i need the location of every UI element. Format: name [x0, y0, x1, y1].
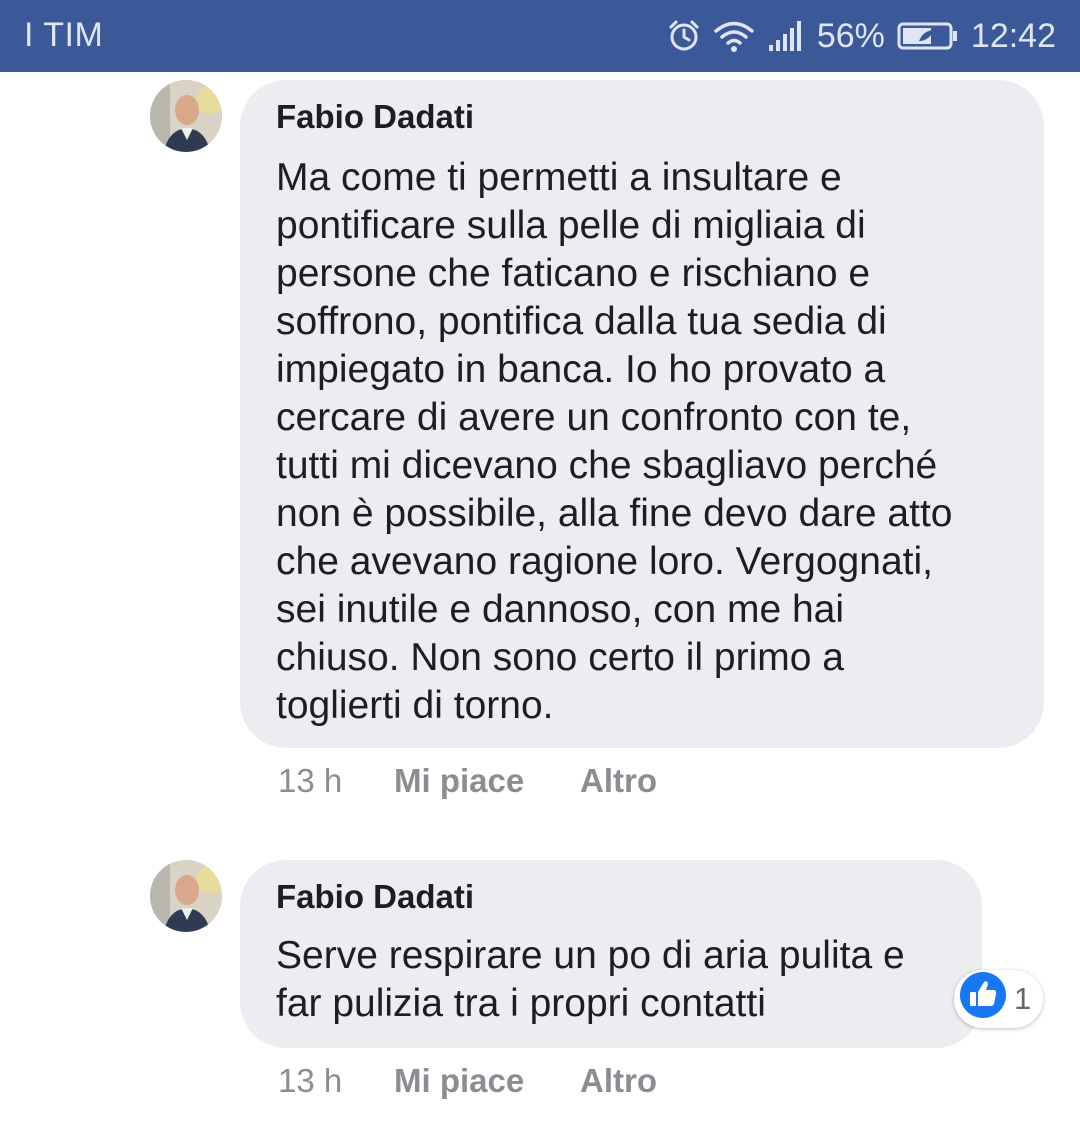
- wifi-icon: [713, 19, 755, 53]
- comment-text: Serve respirare un po di aria pulita e f…: [276, 934, 905, 1025]
- status-bar: I TIM 56% 12:42: [0, 0, 1080, 72]
- status-icons: 56% 12:42: [667, 12, 1056, 60]
- comment-author[interactable]: Fabio Dadati: [276, 878, 474, 916]
- like-button[interactable]: Mi piace: [394, 1062, 524, 1100]
- comment-author[interactable]: Fabio Dadati: [276, 98, 474, 136]
- clock-time: 12:42: [970, 16, 1056, 55]
- comment-text: Ma come ti permetti a insultare e pontif…: [276, 156, 953, 727]
- comment-timestamp[interactable]: 13 h: [278, 1062, 342, 1100]
- battery-icon: [897, 21, 959, 51]
- reaction-count: 1: [1014, 981, 1032, 1016]
- battery-percent: 56%: [816, 16, 885, 55]
- more-button[interactable]: Altro: [580, 1062, 657, 1100]
- signal-icon: [767, 19, 805, 53]
- like-button[interactable]: Mi piace: [394, 762, 524, 800]
- avatar[interactable]: [150, 860, 222, 932]
- avatar[interactable]: [150, 80, 222, 152]
- more-button[interactable]: Altro: [580, 762, 657, 800]
- like-thumb-icon: [958, 970, 1008, 1028]
- comment-bubble: Fabio Dadati Serve respirare un po di ar…: [240, 860, 982, 1048]
- reaction-summary[interactable]: 1: [954, 970, 1044, 1028]
- comment-timestamp[interactable]: 13 h: [278, 762, 342, 800]
- carrier-label: I TIM: [24, 16, 104, 54]
- alarm-icon: [667, 19, 701, 53]
- comment-bubble: Fabio Dadati Ma come ti permetti a insul…: [240, 80, 1044, 748]
